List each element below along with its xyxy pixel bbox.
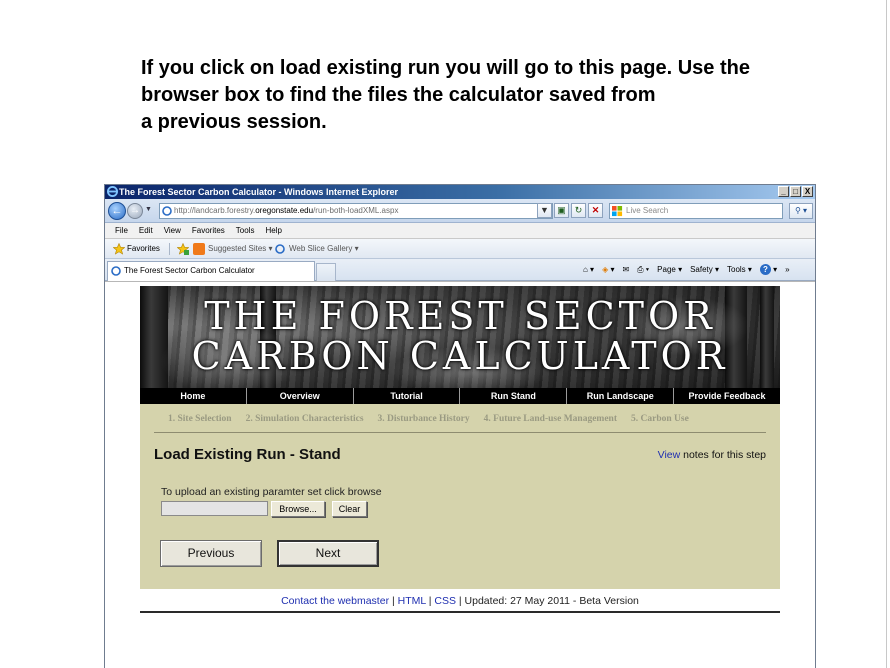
footer-sep-1: |: [389, 595, 398, 607]
browser-window: The Forest Sector Carbon Calculator - Wi…: [104, 184, 816, 668]
nav-home[interactable]: Home: [140, 388, 247, 404]
history-dropdown-icon[interactable]: ▼: [145, 206, 152, 213]
step-simulation-characteristics: 2. Simulation Characteristics: [245, 414, 364, 424]
nav-provide-feedback[interactable]: Provide Feedback: [674, 388, 780, 404]
page-viewport: THE FOREST SECTOR CARBON CALCULATOR Home…: [105, 281, 815, 668]
close-button[interactable]: X: [802, 186, 813, 197]
step-list: 1. Site Selection 2. Simulation Characte…: [168, 414, 689, 424]
safety-menu[interactable]: Safety ▾: [690, 259, 719, 281]
view-notes-link[interactable]: View: [658, 449, 681, 461]
window-controls: _ □ X: [778, 186, 813, 197]
nav-tutorial[interactable]: Tutorial: [354, 388, 461, 404]
favorites-bar: Favorites Suggested Sites ▾ Web Slice Ga…: [105, 239, 815, 259]
chevron-more-icon[interactable]: »: [785, 259, 789, 281]
menu-favorites[interactable]: Favorites: [192, 223, 225, 238]
contact-webmaster-link[interactable]: Contact the webmaster: [281, 595, 389, 607]
next-button[interactable]: Next: [277, 540, 379, 567]
step-carbon-use: 5. Carbon Use: [631, 414, 689, 424]
feeds-icon[interactable]: ◈ ▾: [602, 259, 614, 281]
address-field[interactable]: http://landcarb.forestry.oregonstate.edu…: [159, 203, 553, 219]
site-banner: THE FOREST SECTOR CARBON CALCULATOR: [140, 286, 780, 388]
maximize-button[interactable]: □: [790, 186, 801, 197]
read-mail-icon[interactable]: ✉: [622, 259, 629, 281]
nav-run-landscape[interactable]: Run Landscape: [567, 388, 675, 404]
footer-updated: | Updated: 27 May 2011 - Beta Version: [455, 595, 639, 607]
steps-divider: [154, 432, 766, 433]
address-tools: ▼ ▣ ↻ ✕: [537, 203, 603, 218]
compatibility-view-icon[interactable]: ▣: [554, 203, 569, 218]
address-dropdown-icon[interactable]: ▼: [537, 203, 552, 218]
search-button[interactable]: ⚲ ▾: [789, 203, 813, 219]
title-bar: The Forest Sector Carbon Calculator - Wi…: [105, 185, 815, 199]
browse-button[interactable]: Browse...: [271, 501, 325, 517]
caption-line-3: a previous session.: [141, 111, 327, 133]
new-tab-button[interactable]: [316, 263, 336, 281]
add-to-favorites-icon[interactable]: [177, 243, 189, 255]
minimize-button[interactable]: _: [778, 186, 789, 197]
live-search-icon: [612, 206, 623, 217]
address-prefix: http://landcarb.forestry.: [174, 206, 256, 215]
page-menu[interactable]: Page ▾: [657, 259, 682, 281]
step-site-selection: 1. Site Selection: [168, 414, 232, 424]
css-link[interactable]: CSS: [434, 595, 456, 607]
menu-bar: File Edit View Favorites Tools Help: [105, 223, 815, 239]
tab-title: The Forest Sector Carbon Calculator: [124, 266, 255, 275]
favorites-button[interactable]: Favorites: [127, 239, 160, 259]
slide-edge: [886, 0, 887, 668]
banner-title-line-1: THE FOREST SECTOR: [204, 294, 716, 338]
favorites-separator: [169, 243, 170, 255]
favorites-star-icon[interactable]: [113, 243, 125, 255]
back-button[interactable]: ←: [108, 202, 126, 220]
site-nav: Home Overview Tutorial Run Stand Run Lan…: [140, 388, 780, 404]
site-footer: Contact the webmaster | HTML | CSS | Upd…: [140, 589, 780, 613]
notes-text: notes for this step: [680, 449, 766, 461]
caption-line-1: If you click on load existing run you wi…: [141, 57, 750, 79]
stop-icon[interactable]: ✕: [588, 203, 603, 218]
page-title: Load Existing Run - Stand: [154, 446, 341, 463]
step-notes: View notes for this step: [658, 449, 766, 461]
tab-page-icon: [111, 266, 121, 276]
nav-run-stand[interactable]: Run Stand: [460, 388, 568, 404]
command-bar: ⌂ ▾ ◈ ▾ ✉ ⎙ ▾ Page ▾ Safety ▾ Tools ▾ ? …: [583, 259, 790, 281]
slide-caption: If you click on load existing run you wi…: [141, 55, 861, 136]
search-field[interactable]: Live Search: [609, 203, 783, 219]
address-domain: oregonstate.edu: [255, 206, 314, 215]
web-slice-icon: [275, 244, 285, 254]
page-icon: [162, 206, 172, 216]
menu-help[interactable]: Help: [265, 223, 281, 238]
forward-button[interactable]: →: [127, 203, 143, 219]
step-future-land-use: 4. Future Land-use Management: [483, 414, 617, 424]
html-link[interactable]: HTML: [398, 595, 426, 607]
file-path-input[interactable]: [161, 501, 268, 516]
menu-file[interactable]: File: [115, 223, 128, 238]
refresh-icon[interactable]: ↻: [571, 203, 586, 218]
tools-menu[interactable]: Tools ▾: [727, 259, 752, 281]
address-path: /run-both-loadXML.aspx: [313, 206, 399, 215]
nav-overview[interactable]: Overview: [247, 388, 354, 404]
banner-title-line-2: CARBON CALCULATOR: [191, 334, 729, 378]
address-bar-row: ← → ▼ http://landcarb.forestry.oregonsta…: [105, 199, 815, 223]
search-placeholder: Live Search: [626, 206, 669, 215]
window-title: The Forest Sector Carbon Calculator - Wi…: [119, 187, 398, 197]
tab-forest-carbon-calculator[interactable]: The Forest Sector Carbon Calculator: [107, 261, 315, 281]
print-icon[interactable]: ⎙ ▾: [637, 259, 649, 281]
caption-line-2: browser box to find the files the calcul…: [141, 84, 656, 106]
upload-label: To upload an existing paramter set click…: [161, 486, 382, 498]
site-container: THE FOREST SECTOR CARBON CALCULATOR Home…: [140, 286, 780, 613]
clear-button[interactable]: Clear: [332, 501, 367, 517]
menu-tools[interactable]: Tools: [236, 223, 255, 238]
ie-logo-icon: [107, 186, 118, 197]
tab-row: The Forest Sector Carbon Calculator ⌂ ▾ …: [105, 259, 815, 281]
web-slice-gallery-link[interactable]: Web Slice Gallery ▾: [289, 239, 359, 259]
help-menu[interactable]: ? ▾: [759, 259, 777, 281]
help-icon: ?: [759, 264, 771, 276]
home-icon[interactable]: ⌂ ▾: [583, 259, 594, 281]
menu-edit[interactable]: Edit: [139, 223, 153, 238]
content-panel: 1. Site Selection 2. Simulation Characte…: [140, 404, 780, 589]
suggested-sites-icon: [193, 243, 205, 255]
step-disturbance-history: 3. Disturbance History: [377, 414, 470, 424]
previous-button[interactable]: Previous: [160, 540, 262, 567]
suggested-sites-link[interactable]: Suggested Sites ▾: [208, 239, 273, 259]
menu-view[interactable]: View: [164, 223, 181, 238]
